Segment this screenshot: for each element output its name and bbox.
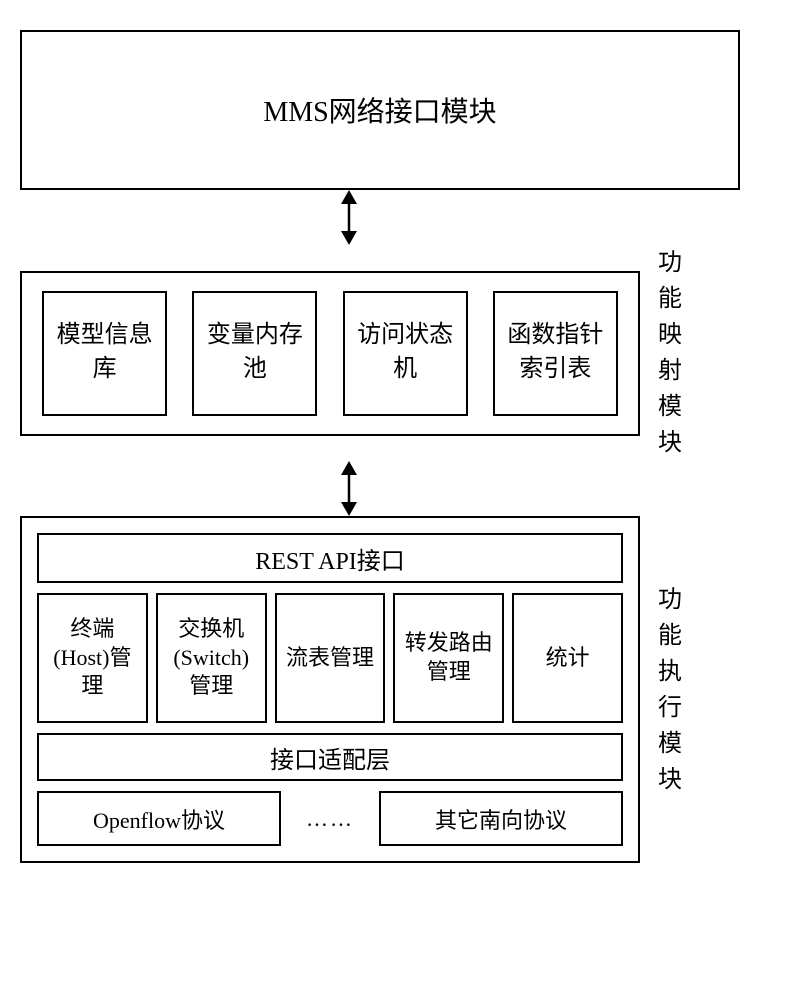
architecture-diagram: MMS网络接口模块 模型信息库 变量内存池 访问状态机 函数指针索引表 (20, 30, 787, 863)
switch-mgmt-label: 交换机(Switch)管理 (163, 615, 260, 701)
variable-memory-pool-label: 变量内存池 (199, 319, 310, 386)
arrow-mapping-to-exec (44, 461, 764, 516)
other-southbound-protocol: 其它南向协议 (379, 791, 623, 846)
function-pointer-index: 函数指针索引表 (493, 291, 618, 416)
mapping-module-label: 功能映射模块 (655, 245, 685, 461)
openflow-label: Openflow协议 (93, 803, 225, 835)
function-execution-module: REST API接口 终端(Host)管理 交换机(Switch)管理 流表管理… (20, 516, 640, 863)
route-mgmt-label: 转发路由管理 (400, 629, 497, 686)
model-info-db-label: 模型信息库 (49, 319, 160, 386)
flow-mgmt-label: 流表管理 (286, 644, 374, 673)
stats-label: 统计 (546, 644, 590, 673)
variable-memory-pool: 变量内存池 (192, 291, 317, 416)
switch-management: 交换机(Switch)管理 (156, 593, 267, 723)
exec-module-label: 功能执行模块 (655, 582, 685, 798)
openflow-protocol: Openflow协议 (37, 791, 281, 846)
management-row: 终端(Host)管理 交换机(Switch)管理 流表管理 转发路由管理 统计 (37, 593, 623, 723)
mapping-module-row: 模型信息库 变量内存池 访问状态机 函数指针索引表 功能映射模块 (20, 245, 787, 461)
exec-module-row: REST API接口 终端(Host)管理 交换机(Switch)管理 流表管理… (20, 516, 787, 863)
function-pointer-index-label: 函数指针索引表 (500, 319, 611, 386)
rest-api-label: REST API接口 (255, 541, 405, 576)
forwarding-route-management: 转发路由管理 (393, 593, 504, 723)
bidirectional-arrow-icon (329, 461, 369, 516)
top-module-row: MMS网络接口模块 (20, 30, 787, 190)
mms-network-interface-module: MMS网络接口模块 (20, 30, 740, 190)
function-mapping-module: 模型信息库 变量内存池 访问状态机 函数指针索引表 (20, 271, 640, 436)
interface-adapter-layer: 接口适配层 (37, 733, 623, 781)
other-protocol-label: 其它南向协议 (435, 803, 567, 835)
model-info-db: 模型信息库 (42, 291, 167, 416)
statistics: 统计 (512, 593, 623, 723)
arrow-top-to-mapping (44, 190, 764, 245)
bidirectional-arrow-icon (329, 190, 369, 245)
host-management: 终端(Host)管理 (37, 593, 148, 723)
protocol-row: Openflow协议 …… 其它南向协议 (37, 791, 623, 846)
protocol-ellipsis: …… (296, 806, 364, 832)
access-state-machine-label: 访问状态机 (350, 319, 461, 386)
host-mgmt-label: 终端(Host)管理 (44, 615, 141, 701)
rest-api-interface: REST API接口 (37, 533, 623, 583)
mms-module-title: MMS网络接口模块 (263, 90, 496, 130)
adapter-layer-label: 接口适配层 (270, 740, 390, 775)
flow-table-management: 流表管理 (275, 593, 386, 723)
access-state-machine: 访问状态机 (343, 291, 468, 416)
dots-label: …… (306, 806, 354, 831)
